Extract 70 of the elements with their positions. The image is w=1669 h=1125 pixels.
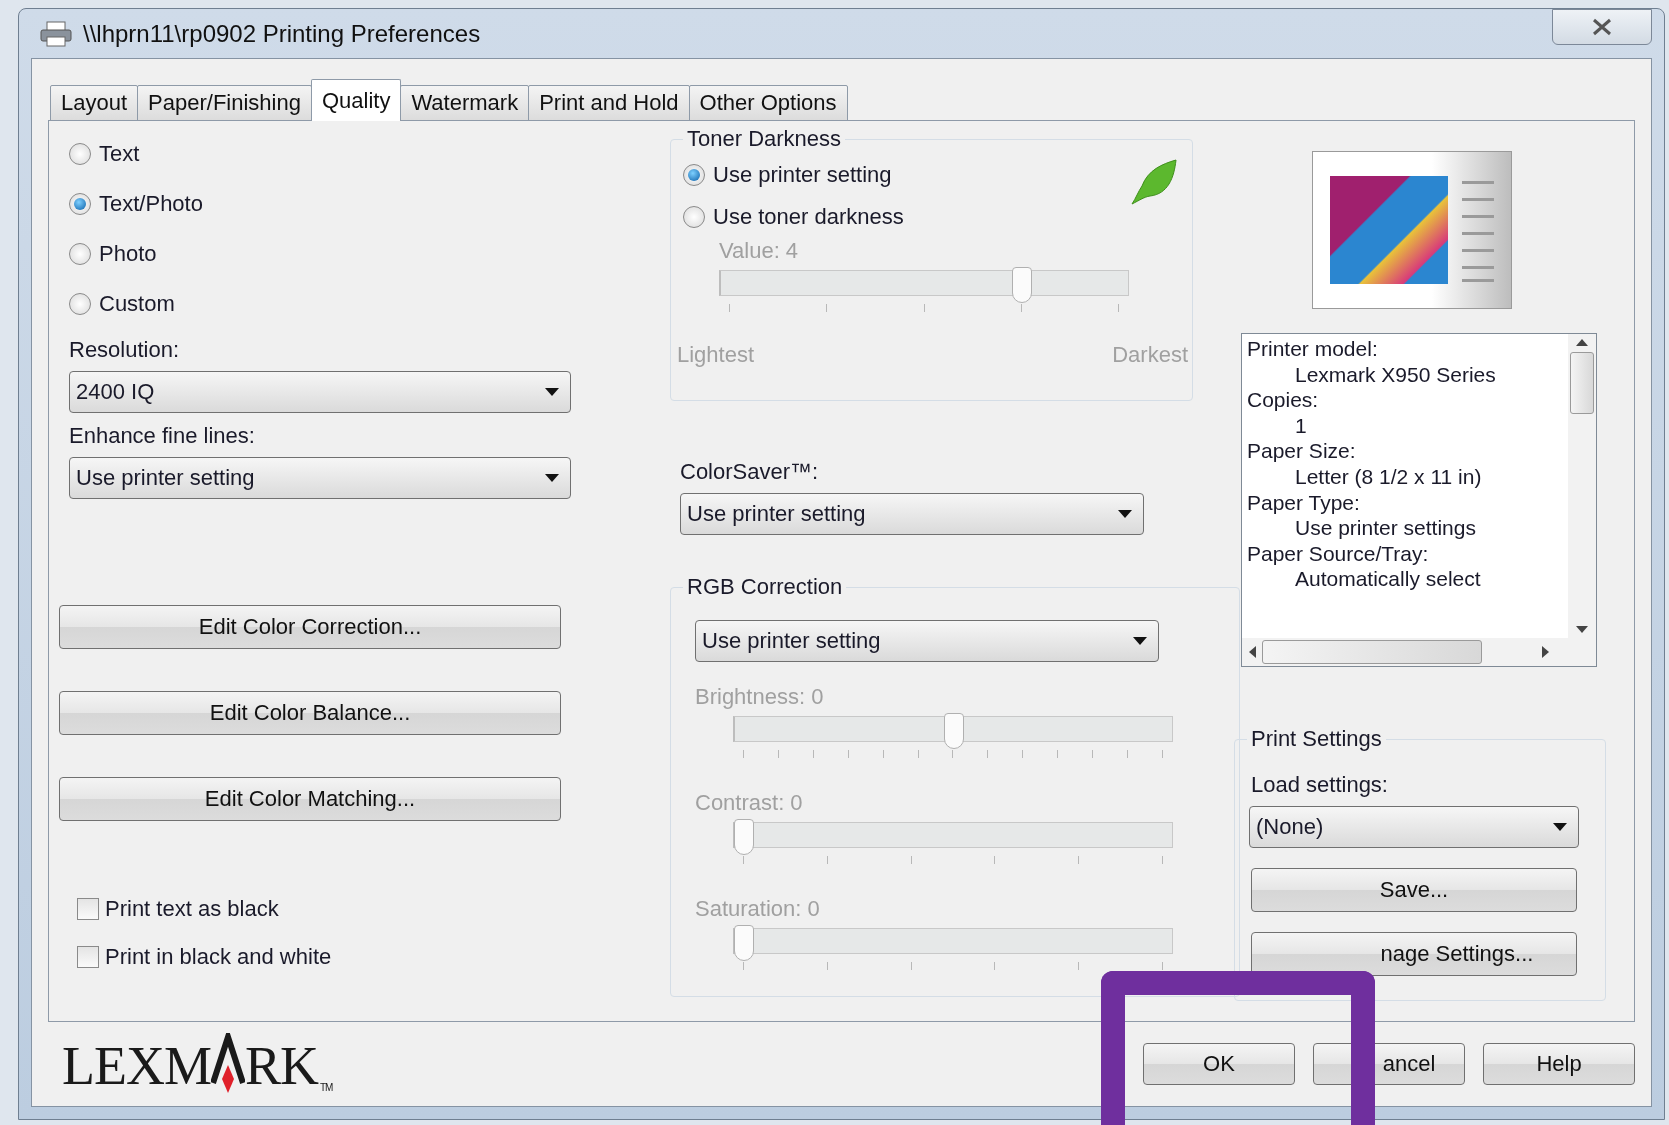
slider-label: Contrast: 0 <box>695 790 803 815</box>
leaf-icon <box>1128 158 1178 206</box>
dropdown-arrow-icon <box>544 387 560 397</box>
summary-heading: Paper Type: <box>1247 489 1361 516</box>
field-label: Resolution: <box>69 337 181 363</box>
dropdown-arrow-icon <box>1552 822 1568 832</box>
dropdown-arrow-icon <box>1117 509 1133 519</box>
summary-heading: Paper Source/Tray: <box>1247 540 1430 567</box>
slider-label: Brightness: 0 <box>695 684 824 709</box>
scroll-right-icon <box>1542 646 1550 658</box>
color-button[interactable]: Edit Color Matching... <box>59 777 561 821</box>
checkbox-label: Print text as black <box>105 896 279 922</box>
checkbox-label: Print in black and white <box>105 944 332 970</box>
load-settings-dropdown[interactable]: (None) <box>1249 806 1579 848</box>
radio-button[interactable] <box>69 243 91 265</box>
dropdown-arrow-icon <box>544 473 560 483</box>
summary-value: Letter (8 1/2 x 11 in) <box>1294 463 1483 490</box>
settings-button[interactable]: nage Settings... <box>1251 932 1577 976</box>
tab[interactable]: Paper/Finishing <box>137 85 312 121</box>
tab[interactable]: Print and Hold <box>528 85 690 121</box>
scroll-up-icon <box>1576 338 1588 346</box>
close-button[interactable] <box>1552 8 1652 45</box>
radio-label: Use printer setting <box>713 162 892 188</box>
scroll-down-icon <box>1576 626 1588 634</box>
tab[interactable]: Other Options <box>688 85 848 121</box>
vertical-scrollbar[interactable] <box>1568 334 1596 638</box>
checkbox[interactable] <box>77 946 99 968</box>
summary-value: 1 <box>1294 412 1308 439</box>
fine-lines-dropdown[interactable]: Use printer setting <box>69 457 571 499</box>
scroll-thumb[interactable] <box>1262 640 1482 664</box>
colorsaver-dropdown[interactable]: Use printer setting <box>680 493 1144 535</box>
scale-max-label: Darkest <box>1112 342 1188 368</box>
printer-icon <box>39 20 73 47</box>
scale-min-label: Lightest <box>677 342 755 368</box>
resolution-dropdown[interactable]: 2400 IQ <box>69 371 571 413</box>
summary-heading: Paper Size: <box>1247 438 1357 464</box>
checkbox[interactable] <box>77 898 99 920</box>
horizontal-scrollbar[interactable] <box>1242 638 1596 666</box>
radio-label: Photo <box>99 241 157 267</box>
close-icon <box>1591 17 1613 36</box>
slider-value-label: Value: 4 <box>719 238 799 263</box>
tab[interactable]: Layout <box>50 85 139 121</box>
radio-label: Text/Photo <box>99 191 203 217</box>
dialog-button[interactable]: OK <box>1143 1043 1295 1085</box>
settings-button[interactable]: Save... <box>1251 868 1577 912</box>
summary-heading: Printer model: <box>1247 336 1379 362</box>
radio-label: Text <box>99 141 140 167</box>
window-title: \\lhprn11\rp0902 Printing Preferences <box>83 19 481 48</box>
field-label: Enhance fine lines: <box>69 423 256 449</box>
summary-value: Lexmark X950 Series <box>1294 361 1497 388</box>
rgb-correction-dropdown[interactable]: Use printer setting <box>695 620 1159 662</box>
scroll-thumb[interactable] <box>1570 352 1594 414</box>
field-label: ColorSaver™: <box>680 459 820 485</box>
field-label: Load settings: <box>1251 772 1389 798</box>
summary-value: Use printer settings <box>1294 515 1477 541</box>
radio-label: Custom <box>99 291 175 317</box>
slider-label: Saturation: 0 <box>695 896 820 921</box>
tab[interactable]: Watermark <box>400 85 530 121</box>
color-button[interactable]: Edit Color Correction... <box>59 605 561 649</box>
radio-button[interactable] <box>69 143 91 165</box>
dropdown-arrow-icon <box>1132 636 1148 646</box>
dialog-button[interactable]: Help <box>1483 1043 1635 1085</box>
scroll-left-icon <box>1248 646 1256 658</box>
color-button[interactable]: Edit Color Balance... <box>59 691 561 735</box>
tab[interactable]: Quality <box>310 79 402 121</box>
radio-button[interactable] <box>69 293 91 315</box>
summary-value: Automatically select <box>1294 566 1482 592</box>
summary-heading: Copies: <box>1247 387 1320 413</box>
radio-button[interactable] <box>69 193 91 215</box>
radio-label: Use toner darkness <box>713 204 904 230</box>
